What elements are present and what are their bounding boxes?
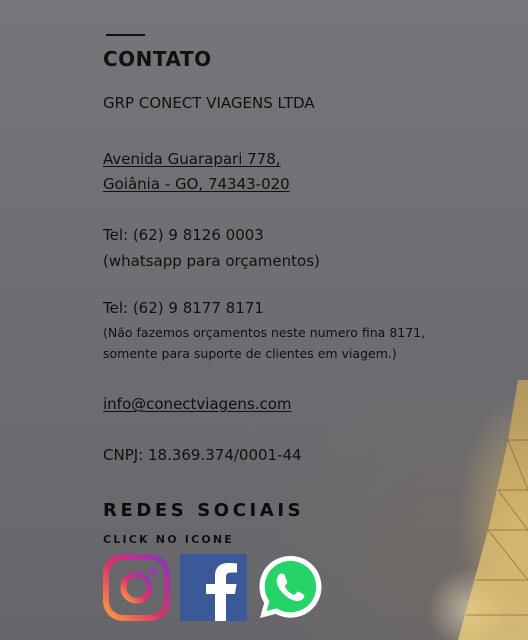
facebook-icon[interactable] bbox=[180, 554, 247, 621]
contact-title: CONTATO bbox=[103, 47, 212, 71]
cnpj-text: CNPJ: 18.369.374/0001-44 bbox=[103, 446, 302, 464]
social-title: REDES SOCIAIS bbox=[103, 500, 305, 521]
phone-support-note: (Não fazemos orçamentos neste numero fin… bbox=[103, 325, 426, 361]
email-link[interactable]: info@conectviagens.com bbox=[103, 395, 292, 413]
address-link-line2[interactable]: Goiânia - GO, 74343-020 bbox=[103, 175, 290, 193]
instagram-icon[interactable] bbox=[103, 554, 170, 621]
email-line[interactable]: info@conectviagens.com bbox=[103, 395, 292, 413]
phone-primary: Tel: (62) 9 8126 0003 bbox=[103, 226, 264, 244]
phone-primary-note: (whatsapp para orçamentos) bbox=[103, 252, 320, 270]
eiffel-tower-image bbox=[458, 380, 528, 640]
social-icons-row bbox=[103, 554, 324, 621]
address-link-line1[interactable]: Avenida Guarapari 778, bbox=[103, 150, 281, 168]
address-line2[interactable]: Goiânia - GO, 74343-020 bbox=[103, 175, 290, 193]
company-name: GRP CONECT VIAGENS LTDA bbox=[103, 94, 315, 112]
title-underline bbox=[106, 34, 145, 36]
social-subtitle: CLICK NO ICONE bbox=[103, 533, 235, 546]
address-line1[interactable]: Avenida Guarapari 778, bbox=[103, 150, 281, 168]
whatsapp-icon[interactable] bbox=[257, 554, 324, 621]
phone-support: Tel: (62) 9 8177 8171 bbox=[103, 299, 264, 317]
